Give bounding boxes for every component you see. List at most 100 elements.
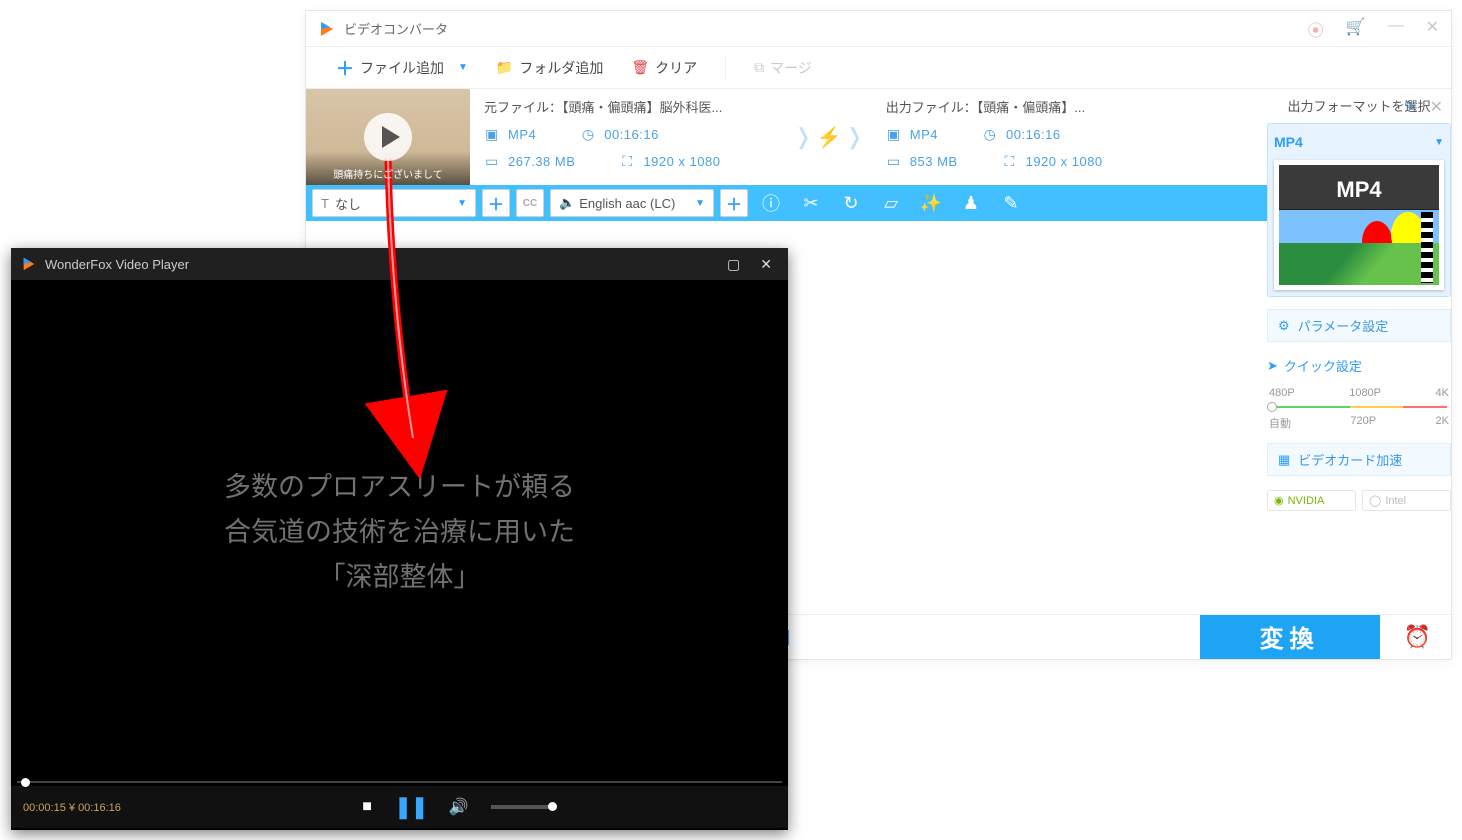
gpu-accel-button[interactable]: ▦ ビデオカード加速 <box>1267 443 1451 476</box>
effects-icon[interactable]: ✨ <box>914 193 948 214</box>
toolbar: ＋ ファイル追加 ▼ 📁 フォルダ追加 🗑 クリア ⧉ マージ <box>306 47 1451 89</box>
stop-button[interactable]: ■ <box>362 798 372 816</box>
key-icon[interactable]: ⦿ <box>1308 17 1324 41</box>
edit-icon[interactable]: ✎ <box>994 193 1028 214</box>
text-icon: T <box>321 196 329 211</box>
gpu-accel-label: ビデオカード加速 <box>1298 450 1402 469</box>
convert-button[interactable]: 変換 <box>1200 615 1380 659</box>
col-divider: ❭ ⚡ ❭ <box>790 89 872 185</box>
player-title: WonderFox Video Player <box>45 257 713 272</box>
format-card[interactable]: MP4 ▼ MP4 <box>1267 123 1451 297</box>
output-panel-title: 出力フォーマットを選択 <box>1267 96 1451 115</box>
crop-icon[interactable]: ▱ <box>874 193 908 214</box>
folder-icon: 📁 <box>496 59 513 76</box>
clear-button[interactable]: 🗑 クリア <box>631 58 697 78</box>
video-player-window: WonderFox Video Player ▢ ✕ 多数のプロアスリートが頼る… <box>11 248 788 830</box>
output-title: 出力ファイル：【頭痛・偏頭痛】... <box>886 97 1178 116</box>
clock-icon: ◷ <box>982 126 998 143</box>
app-title: ビデオコンバータ <box>344 19 1308 38</box>
parameters-label: パラメータ設定 <box>1298 316 1389 335</box>
merge-label: マージ <box>770 58 812 78</box>
sliders-icon: ⚙ <box>1278 318 1290 334</box>
player-viewport[interactable]: 多数のプロアスリートが頼る 合気道の技術を治療に用いた 「深部整体」 <box>11 280 788 778</box>
titlebar-controls: ⦿ 🛒 — ✕ <box>1308 17 1439 41</box>
play-overlay-icon[interactable] <box>364 113 412 161</box>
mark-2k: 2K <box>1436 415 1449 431</box>
trash-icon: 🗑 <box>631 59 649 76</box>
merge-icon: ⧉ <box>754 59 764 76</box>
subtitle-select[interactable]: T なし ▼ <box>312 189 476 217</box>
format-thumb-label: MP4 <box>1279 165 1439 210</box>
output-resolution: ⛶1920 x 1080 <box>1002 153 1103 170</box>
slider-knob[interactable] <box>1267 402 1277 412</box>
source-format: ▣MP4 <box>484 126 536 143</box>
mark-1080p: 1080P <box>1349 387 1381 399</box>
info-icon[interactable]: ⓘ <box>754 190 788 216</box>
source-title: 元ファイル：【頭痛・偏頭痛】脳外科医... <box>484 97 776 116</box>
storage-icon: ▭ <box>484 153 500 170</box>
resolution-icon: ⛶ <box>1002 153 1018 170</box>
add-folder-button[interactable]: 📁 フォルダ追加 <box>496 58 603 78</box>
format-label: MP4 <box>1274 134 1303 150</box>
arrow-icon: ➤ <box>1267 358 1278 374</box>
subtitle-line-1: 多数のプロアスリートが頼る <box>224 465 575 504</box>
plus-icon: ＋ <box>336 55 354 81</box>
output-panel: 出力フォーマットを選択 MP4 ▼ MP4 ⚙ パラメータ設定 ➤ クイック設定… <box>1267 96 1451 511</box>
chevron-icon: ❭ <box>845 124 863 150</box>
intel-badge: ◯Intel <box>1362 490 1451 511</box>
output-duration: ◷00:16:16 <box>982 126 1061 143</box>
format-header[interactable]: MP4 ▼ <box>1274 130 1444 154</box>
bolt-icon: ⚡ <box>816 125 841 150</box>
merge-button[interactable]: ⧉ マージ <box>754 58 812 78</box>
cc-button[interactable]: CC <box>516 189 544 217</box>
player-time: 00:00:15 ¥ 00:16:16 <box>23 801 121 814</box>
add-file-button[interactable]: ＋ ファイル追加 <box>336 55 444 81</box>
video-thumbnail[interactable]: 頭痛持ちにございまして <box>306 89 470 185</box>
chevron-icon: ❭ <box>794 124 812 150</box>
volume-slider[interactable] <box>491 805 557 809</box>
thumbnail-caption: 頭痛持ちにございまして <box>306 166 470 181</box>
format-thumbnail: MP4 <box>1274 160 1444 290</box>
video-icon: ▣ <box>886 126 902 143</box>
storage-icon: ▭ <box>886 153 902 170</box>
add-subtitle-button[interactable]: ＋ <box>482 189 510 217</box>
cart-icon[interactable]: 🛒 <box>1346 17 1366 41</box>
add-audio-button[interactable]: ＋ <box>720 189 748 217</box>
minimize-icon[interactable]: — <box>1388 17 1404 41</box>
video-icon: ▣ <box>484 126 500 143</box>
watermark-icon[interactable]: ♟ <box>954 193 988 214</box>
volume-icon[interactable]: 🔊 <box>449 797 469 817</box>
player-titlebar: WonderFox Video Player ▢ ✕ <box>11 248 788 280</box>
add-file-dropdown-icon[interactable]: ▼ <box>458 62 468 73</box>
player-maximize-icon[interactable]: ▢ <box>721 256 746 273</box>
subtitle-value: なし <box>335 194 361 213</box>
nvidia-badge: ◉NVIDIA <box>1267 490 1356 511</box>
player-close-icon[interactable]: ✕ <box>754 256 778 273</box>
quality-slider[interactable]: 480P 1080P 4K 自動 720P 2K <box>1267 387 1451 431</box>
mark-4k: 4K <box>1436 387 1449 399</box>
source-column: 元ファイル：【頭痛・偏頭痛】脳外科医... ▣MP4 ◷00:16:16 ▭26… <box>470 89 790 185</box>
alarm-icon[interactable]: ⏰ <box>1398 624 1437 650</box>
titlebar: ビデオコンバータ ⦿ 🛒 — ✕ <box>306 11 1451 47</box>
subtitle-line-2: 合気道の技術を治療に用いた <box>224 510 575 549</box>
mark-720p: 720P <box>1350 415 1376 431</box>
mark-480p: 480P <box>1269 387 1295 399</box>
pause-button[interactable]: ❚❚ <box>394 794 427 820</box>
add-file-label: ファイル追加 <box>360 58 444 78</box>
timeline-knob[interactable] <box>21 778 30 787</box>
clock-icon: ◷ <box>580 126 596 143</box>
convert-label: 変換 <box>1260 619 1320 654</box>
volume-knob[interactable] <box>548 802 557 811</box>
intel-icon: ◯ <box>1369 494 1381 507</box>
mark-auto: 自動 <box>1269 415 1291 431</box>
source-duration: ◷00:16:16 <box>580 126 659 143</box>
cut-icon[interactable]: ✂ <box>794 193 828 214</box>
rotate-icon[interactable]: ↻ <box>834 193 868 214</box>
output-size: ▭853 MB <box>886 153 958 170</box>
app-logo-icon <box>318 20 336 38</box>
close-icon[interactable]: ✕ <box>1426 17 1439 41</box>
audio-track-select[interactable]: 🔈 English aac (LC) ▼ <box>550 189 714 217</box>
parameters-button[interactable]: ⚙ パラメータ設定 <box>1267 309 1451 342</box>
player-timeline[interactable] <box>11 778 788 786</box>
caret-down-icon: ▼ <box>1434 137 1444 148</box>
